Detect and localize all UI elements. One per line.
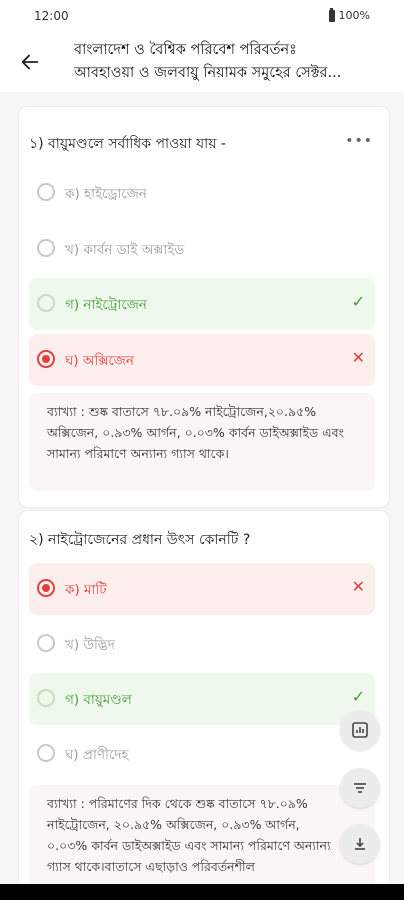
explanation-box: ব্যাখ্যা : শুষ্ক বাতাসে ৭৮.০৯% নাইট্রোজে… (29, 393, 375, 491)
page-title: বাংলাদেশ ও বৈশ্বিক পরিবেশ পরিবর্তনঃ আবহা… (74, 39, 392, 85)
battery-level: 100% (338, 9, 370, 22)
check-icon: ✓ (351, 292, 365, 311)
option-label: ঘ) প্রাণীদেহ (65, 747, 129, 763)
status-bar: 12:00 100% (0, 0, 404, 34)
download-button[interactable] (340, 824, 380, 864)
option-ga-correct[interactable]: গ) নাইট্রোজেন ✓ (29, 278, 375, 330)
option-gha-wrong[interactable]: ঘ) অক্সিজেন ✕ (29, 334, 375, 386)
back-button[interactable] (14, 46, 46, 78)
radio-button[interactable] (37, 239, 55, 257)
app-bar: বাংলাদেশ ও বৈশ্বিক পরিবেশ পরিবর্তনঃ আবহা… (0, 34, 404, 92)
question-card: ১) বায়ুমণ্ডলে সর্বাধিক পাওয়া যায় - ••… (18, 106, 390, 508)
option-ka[interactable]: ক) হাইড্রোজেন (29, 167, 375, 219)
page-title-line2: আবহাওয়া ও জলবায়ু নিয়ামক সমুহের সেক্টর… (74, 65, 342, 81)
battery-icon (328, 7, 335, 22)
option-ka-wrong[interactable]: ক) মাটি ✕ (29, 563, 375, 615)
option-kha[interactable]: খ) কার্বন ডাই অক্সাইড (29, 223, 375, 275)
explanation-box: ব্যাখ্যা : পরিমাণের দিক থেকে শুষ্ক বাতাস… (29, 785, 375, 884)
radio-button-selected[interactable] (37, 350, 55, 368)
option-label: খ) উদ্ভিদ (65, 637, 115, 653)
option-label: খ) কার্বন ডাই অক্সাইড (65, 242, 185, 258)
filter-button[interactable] (340, 768, 380, 808)
question-card: ২) নাইট্রোজেনের প্রধান উৎস কোনটি ? ক) মা… (18, 510, 390, 884)
cross-icon: ✕ (351, 577, 365, 596)
status-time: 12:00 (34, 9, 69, 23)
option-kha[interactable]: খ) উদ্ভিদ (29, 618, 375, 670)
option-label: গ) নাইট্রোজেন (65, 297, 147, 313)
more-options-button[interactable]: ••• (345, 133, 373, 149)
back-arrow-icon (21, 54, 39, 70)
option-label: ক) মাটি (65, 582, 107, 598)
cross-icon: ✕ (351, 348, 365, 367)
radio-button[interactable] (37, 294, 55, 312)
stats-icon (352, 722, 368, 738)
question-text: ১) বায়ুমণ্ডলে সর্বাধিক পাওয়া যায় - (29, 136, 226, 152)
option-label: গ) বায়ুমণ্ডল (65, 692, 132, 708)
question-list[interactable]: ১) বায়ুমণ্ডলে সর্বাধিক পাওয়া যায় - ••… (0, 92, 404, 884)
option-label: ক) হাইড্রোজেন (65, 186, 147, 202)
radio-button-selected[interactable] (37, 579, 55, 597)
download-icon (355, 838, 365, 850)
radio-button[interactable] (37, 744, 55, 762)
option-label: ঘ) অক্সিজেন (65, 353, 134, 369)
system-navigation-bar (0, 884, 404, 900)
option-ga-correct[interactable]: গ) বায়ুমণ্ডল ✓ (29, 673, 375, 725)
filter-icon (354, 783, 366, 793)
radio-button[interactable] (37, 183, 55, 201)
check-icon: ✓ (351, 687, 365, 706)
radio-button[interactable] (37, 689, 55, 707)
page-title-line1: বাংলাদেশ ও বৈশ্বিক পরিবেশ পরিবর্তনঃ (74, 42, 297, 58)
option-gha[interactable]: ঘ) প্রাণীদেহ (29, 728, 375, 780)
status-battery: 100% (328, 7, 370, 22)
question-text: ২) নাইট্রোজেনের প্রধান উৎস কোনটি ? (29, 532, 251, 548)
radio-button[interactable] (37, 634, 55, 652)
stats-button[interactable] (340, 710, 380, 750)
